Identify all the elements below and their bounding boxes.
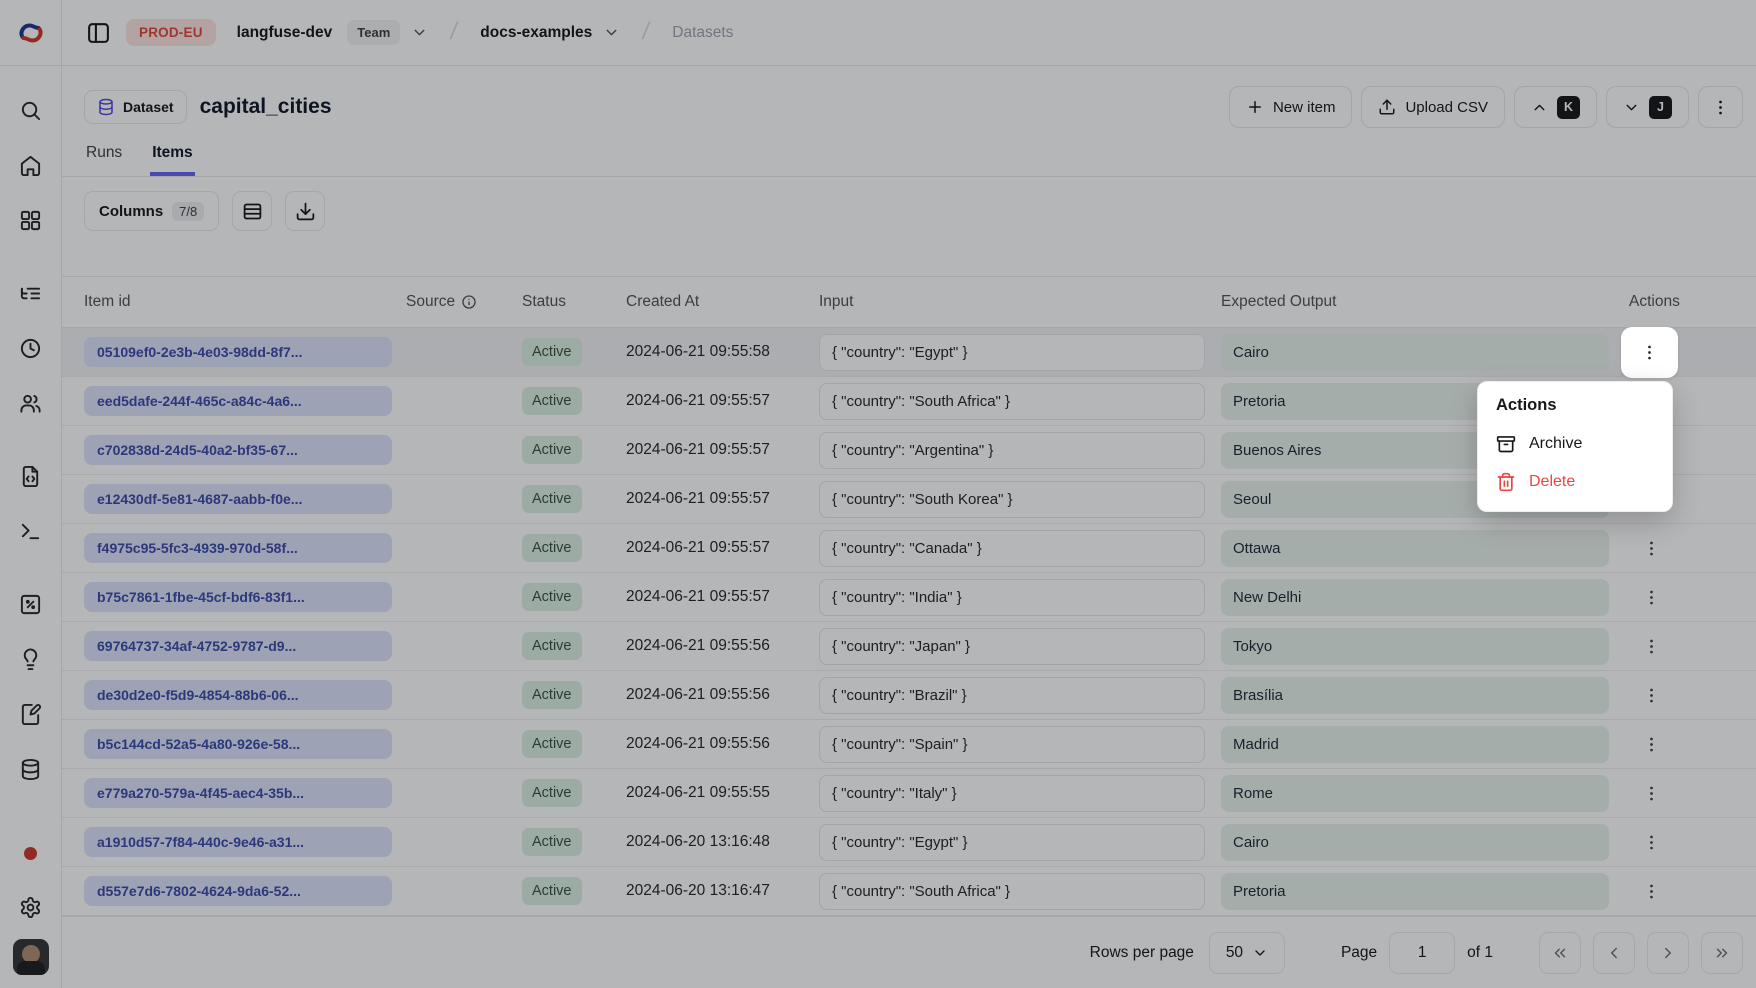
ellipsis-vertical-icon (1640, 343, 1659, 362)
row-actions-menu: Actions Archive Delete (1477, 381, 1673, 512)
archive-icon (1496, 434, 1516, 454)
delete-label: Delete (1529, 473, 1575, 491)
trash-icon (1496, 472, 1516, 492)
menu-title: Actions (1484, 394, 1666, 425)
menu-item-archive[interactable]: Archive (1484, 425, 1666, 463)
row-actions-button-active[interactable] (1621, 327, 1678, 378)
menu-item-delete[interactable]: Delete (1484, 463, 1666, 501)
archive-label: Archive (1529, 435, 1582, 453)
